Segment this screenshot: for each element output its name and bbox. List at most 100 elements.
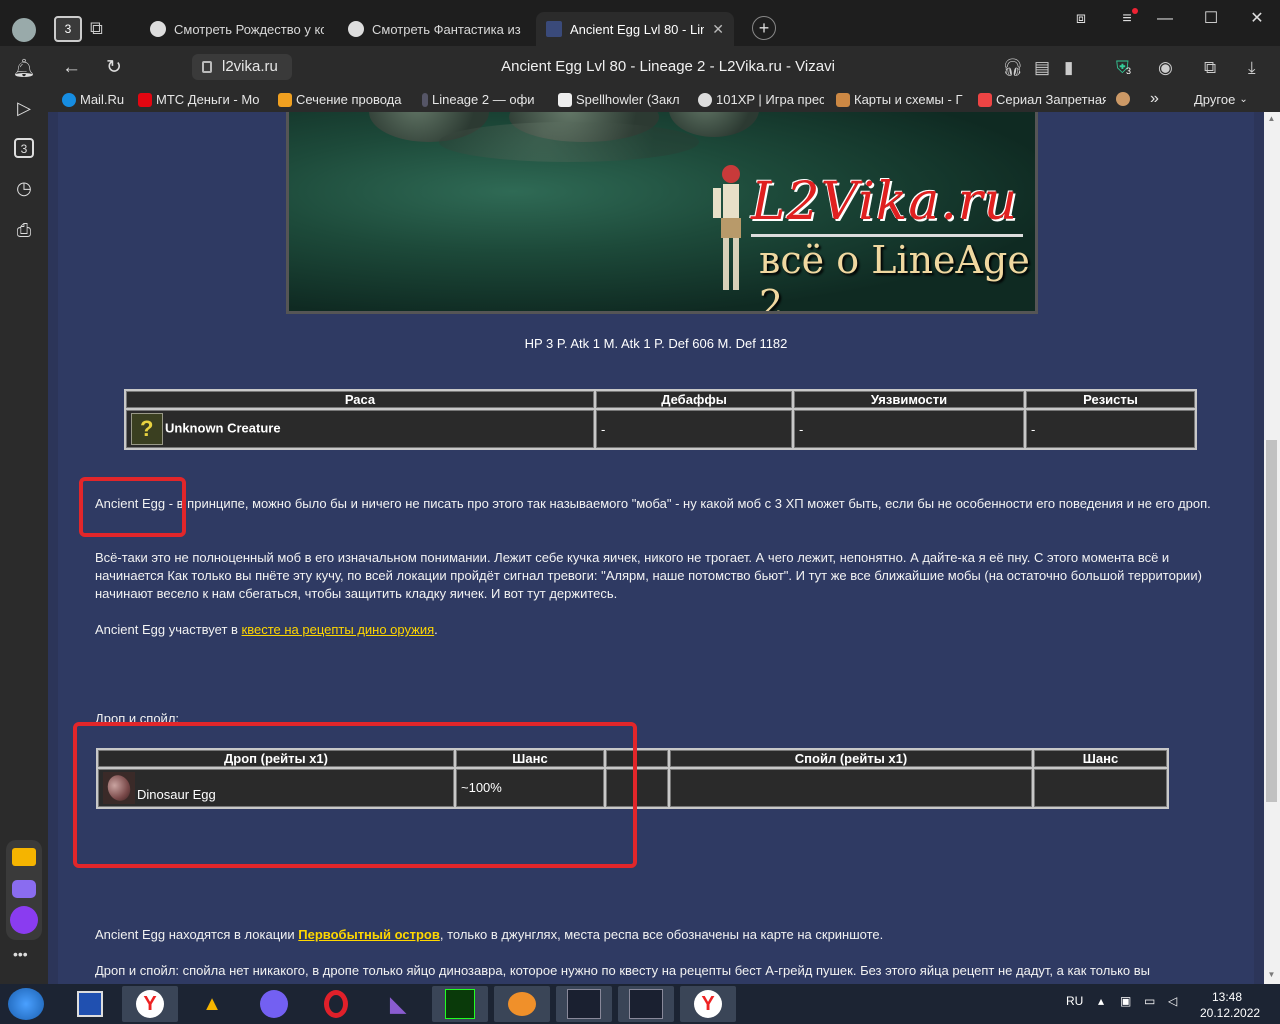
mob-stats: HP 3 P. Atk 1 M. Atk 1 P. Def 606 M. Def… (524, 336, 788, 351)
resists-cell: - (1026, 410, 1195, 448)
profile-avatar[interactable] (12, 18, 36, 42)
extension-icon[interactable]: ◉ (1158, 58, 1173, 78)
floppy-app-icon[interactable] (62, 986, 118, 1022)
spoil-item-cell (670, 769, 1032, 807)
tray-arrow-icon[interactable]: ▴ (1098, 994, 1104, 1008)
bookmark-item[interactable] (1116, 92, 1134, 106)
tab-2[interactable]: Смотреть Фантастика из р (338, 12, 532, 46)
description-paragraph: Ancient Egg - в принципе, можно было бы … (95, 496, 1211, 511)
arrow-app-icon[interactable]: ▲ (184, 986, 240, 1022)
messenger-icon[interactable] (12, 880, 36, 898)
scroll-down-icon[interactable]: ▼ (1266, 970, 1277, 979)
history-icon[interactable]: ◷ (12, 176, 36, 200)
lineage2-icon-1[interactable] (556, 986, 612, 1022)
yandex-browser-icon[interactable]: Y (122, 986, 178, 1022)
maximize-icon[interactable]: ☐ (1196, 8, 1226, 30)
scrollbar-thumb[interactable] (1266, 440, 1277, 802)
header-weak: Уязвимости (794, 391, 1024, 408)
mail-icon[interactable] (12, 848, 36, 866)
address-bar[interactable]: l2vika.ru (192, 54, 292, 80)
play-icon[interactable]: ▷ (12, 96, 36, 120)
race-cell: ? Unknown Creature (126, 410, 594, 448)
tab-3-active[interactable]: Ancient Egg Lvl 80 - Line ✕ (536, 12, 734, 46)
language-indicator[interactable]: RU (1066, 994, 1083, 1008)
yandex-icon[interactable]: Y (680, 986, 736, 1022)
bell-icon[interactable]: 🔔︎ (12, 56, 36, 80)
tab-strip: 3 ⧉ Смотреть Рождество у ко Смотреть Фан… (0, 0, 1280, 46)
new-tab-button[interactable]: + (752, 16, 776, 40)
browser-sidebar: 🔔︎ ▷ 3 ◷ ⎙ + ••• (0, 46, 48, 984)
description-paragraph: Всё-таки это не полноценный моб в его из… (95, 550, 1202, 601)
lineage2-icon-2[interactable] (618, 986, 674, 1022)
location-link[interactable]: Первобытный остров (298, 927, 440, 942)
bookmark-item[interactable]: Сечение провода (278, 92, 404, 107)
bookmark-item[interactable]: Spellhowler (Закл (558, 92, 686, 107)
debuffs-cell: - (596, 410, 792, 448)
minimize-icon[interactable]: — (1150, 8, 1180, 30)
mts-icon (138, 92, 152, 107)
opera-icon[interactable] (308, 986, 364, 1022)
tabs-count-icon[interactable]: 3 (14, 138, 34, 158)
url-text: l2vika.ru (222, 58, 278, 75)
alice-icon[interactable] (10, 906, 38, 934)
windows-taskbar: Y ▲ ◣ Y RU ▴ ▣ ▭ ◁ 13:48 20.12.2022 (0, 984, 1280, 1024)
menu-icon[interactable]: ≡ (1112, 8, 1142, 30)
matrix-app-icon[interactable] (432, 986, 488, 1022)
sidebar-toggle-icon[interactable]: ⧉ (1204, 58, 1216, 78)
visual-studio-icon[interactable]: ◣ (370, 986, 426, 1022)
bookmark-item[interactable]: МТС Деньги - Мо (138, 92, 266, 107)
lock-icon (202, 61, 212, 73)
tab-counter-button[interactable]: 3 (54, 16, 82, 42)
clock-time[interactable]: 13:48 (1212, 990, 1242, 1004)
bookmark-item[interactable]: Mail.Ru (62, 92, 130, 107)
network-icon[interactable]: ▣ (1120, 994, 1131, 1008)
close-tab-icon[interactable]: ✕ (712, 21, 724, 38)
back-arrow-icon[interactable]: ← (62, 56, 81, 80)
start-button-icon[interactable] (8, 988, 44, 1020)
bookmarks-more-button[interactable]: » (1150, 90, 1159, 108)
collections-icon[interactable]: ⧈ (1066, 8, 1096, 30)
reload-icon[interactable]: ↻ (106, 56, 122, 80)
close-window-icon[interactable]: ✕ (1242, 8, 1272, 30)
lineage-icon (422, 92, 428, 107)
more-icon[interactable]: ••• (13, 946, 28, 962)
bookmark-item[interactable]: Карты и схемы - Г (836, 92, 968, 107)
rock-shape (439, 122, 699, 162)
tab-favicon-icon (546, 21, 562, 37)
volume-icon[interactable]: ◁ (1168, 994, 1177, 1008)
drop-spoil-paragraph: Дроп и спойл: спойла нет никакого, в дро… (95, 963, 1151, 978)
face-icon (1116, 92, 1130, 106)
bookmark-icon[interactable]: ▮ (1064, 58, 1073, 78)
quest-link[interactable]: квесте на рецепты дино оружия (242, 622, 435, 637)
system-tray: RU ▴ ▣ ▭ ◁ 13:48 20.12.2022 (1040, 984, 1280, 1024)
screenshot-icon[interactable]: ⎙ (12, 218, 36, 242)
battery-icon[interactable]: ▭ (1144, 994, 1155, 1008)
chevron-down-icon: ⌄ (1239, 94, 1248, 105)
download-icon[interactable]: ⤓ (1248, 58, 1256, 78)
character-figure (713, 165, 741, 290)
banner-logo: L2Vika.ru (751, 172, 1019, 232)
headphones-icon[interactable]: 🎧︎ (1002, 58, 1024, 78)
tab-title: Ancient Egg Lvl 80 - Line (570, 21, 704, 37)
scroll-up-icon[interactable]: ▲ (1266, 114, 1277, 123)
header-spoil: Спойл (рейты x1) (670, 750, 1032, 767)
tab-title: Смотреть Рождество у ко (174, 21, 324, 37)
new-window-icon[interactable]: ⧉ (90, 18, 103, 39)
race-table: Раса Дебаффы Уязвимости Резисты ? Unknown… (124, 389, 1197, 450)
table-header-row: Раса Дебаффы Уязвимости Резисты (126, 391, 1195, 408)
blender-icon[interactable] (494, 986, 550, 1022)
header-race: Раса (126, 391, 594, 408)
address-row: ← ↻ l2vika.ru Ancient Egg Lvl 80 - Linea… (48, 46, 1280, 90)
bookmark-item[interactable]: Lineage 2 — офи (422, 92, 546, 107)
other-bookmarks-button[interactable]: Другое ⌄ (1194, 92, 1248, 107)
protect-shield-icon[interactable]: ⛨ 3 (1116, 58, 1131, 78)
bookmarks-bar: Mail.Ru МТС Деньги - Мо Сечение провода … (48, 90, 1280, 112)
tab-1[interactable]: Смотреть Рождество у ко (140, 12, 334, 46)
viber-icon[interactable] (246, 986, 302, 1022)
reader-mode-icon[interactable]: ▤ (1034, 58, 1050, 78)
tab-title: Смотреть Фантастика из р (372, 21, 522, 37)
tab-favicon-icon (150, 21, 166, 37)
bookmark-item[interactable]: Сериал Запретная (978, 92, 1106, 107)
clock-date[interactable]: 20.12.2022 (1200, 1006, 1260, 1020)
bookmark-item[interactable]: 101XP | Игра прес (698, 92, 824, 107)
